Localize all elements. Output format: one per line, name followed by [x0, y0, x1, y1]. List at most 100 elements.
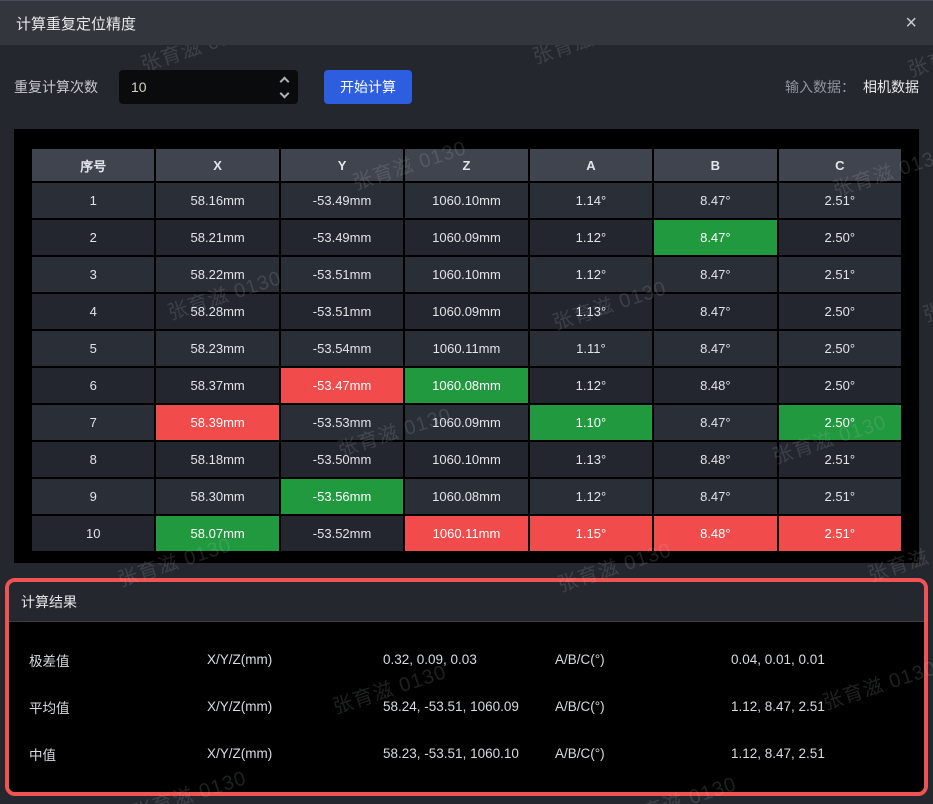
- table-cell-b: 8.48°: [654, 442, 776, 477]
- table-cell-a: 1.14°: [530, 183, 652, 218]
- table-cell-y: -53.54mm: [281, 331, 403, 366]
- table-cell-b: 8.48°: [654, 516, 776, 551]
- xyz-unit: X/Y/Z(mm): [207, 746, 383, 761]
- xyz-values: 58.24, -53.51, 1060.09: [383, 699, 555, 714]
- abc-unit: A/B/C(°): [555, 699, 731, 714]
- table-cell-z: 1060.09mm: [405, 220, 527, 255]
- abc-values: 0.04, 0.01, 0.01: [731, 652, 924, 667]
- table-cell-index: 7: [32, 405, 154, 440]
- abc-values: 1.12, 8.47, 2.51: [731, 699, 924, 714]
- table-cell-index: 1: [32, 183, 154, 218]
- spinner-buttons: [281, 78, 288, 97]
- table-cell-c: 2.50°: [779, 368, 901, 403]
- table-cell-b: 8.47°: [654, 220, 776, 255]
- table-cell-y: -53.50mm: [281, 442, 403, 477]
- table-cell-index: 6: [32, 368, 154, 403]
- table-cell-index: 9: [32, 479, 154, 514]
- table-cell-x: 58.18mm: [156, 442, 278, 477]
- dialog-titlebar: 计算重复定位精度 ×: [0, 1, 933, 45]
- column-header-b: B: [654, 149, 776, 181]
- table-cell-x: 58.22mm: [156, 257, 278, 292]
- table-cell-z: 1060.11mm: [405, 331, 527, 366]
- xyz-values: 58.23, -53.51, 1060.10: [383, 746, 555, 761]
- abc-unit: A/B/C(°): [555, 652, 731, 667]
- table-cell-b: 8.47°: [654, 405, 776, 440]
- column-header-c: C: [779, 149, 901, 181]
- results-title: 计算结果: [21, 592, 77, 612]
- table-cell-a: 1.10°: [530, 405, 652, 440]
- table-cell-c: 2.50°: [779, 220, 901, 255]
- table-cell-y: -53.51mm: [281, 294, 403, 329]
- result-label: 平均值: [29, 697, 207, 717]
- results-header: 计算结果: [9, 582, 924, 622]
- table-cell-a: 1.12°: [530, 220, 652, 255]
- repeat-count-label: 重复计算次数: [14, 70, 98, 104]
- table-cell-b: 8.47°: [654, 183, 776, 218]
- table-cell-b: 8.48°: [654, 368, 776, 403]
- table-cell-y: -53.49mm: [281, 183, 403, 218]
- table-cell-x: 58.39mm: [156, 405, 278, 440]
- table-cell-a: 1.12°: [530, 479, 652, 514]
- table-cell-c: 2.50°: [779, 331, 901, 366]
- table-cell-b: 8.47°: [654, 294, 776, 329]
- xyz-unit: X/Y/Z(mm): [207, 652, 383, 667]
- xyz-values: 0.32, 0.09, 0.03: [383, 652, 555, 667]
- table-cell-y: -53.49mm: [281, 220, 403, 255]
- repeat-count-value: 10: [131, 79, 147, 95]
- table-cell-c: 2.51°: [779, 183, 901, 218]
- result-label: 中值: [29, 744, 207, 764]
- input-data-value: 相机数据: [863, 79, 919, 95]
- table-cell-z: 1060.08mm: [405, 368, 527, 403]
- calc-repeat-accuracy-dialog: 计算重复定位精度 × 重复计算次数 10 开始计算 输入数据： 相机数据 序号XY…: [0, 0, 933, 804]
- column-header-index: 序号: [32, 149, 154, 181]
- table-cell-c: 2.50°: [779, 294, 901, 329]
- table-cell-x: 58.07mm: [156, 516, 278, 551]
- table-cell-y: -53.53mm: [281, 405, 403, 440]
- table-cell-b: 8.47°: [654, 331, 776, 366]
- table-cell-z: 1060.10mm: [405, 183, 527, 218]
- controls-row: 重复计算次数 10 开始计算 输入数据： 相机数据: [0, 70, 933, 104]
- start-calculation-button[interactable]: 开始计算: [324, 70, 412, 104]
- table-cell-c: 2.50°: [779, 405, 901, 440]
- table-cell-y: -53.51mm: [281, 257, 403, 292]
- measurements-table-panel: 序号XYZABC158.16mm-53.49mm1060.10mm1.14°8.…: [14, 129, 919, 563]
- table-cell-c: 2.51°: [779, 516, 901, 551]
- table-cell-a: 1.13°: [530, 442, 652, 477]
- repeat-count-input[interactable]: 10: [119, 70, 298, 104]
- table-cell-c: 2.51°: [779, 442, 901, 477]
- table-cell-a: 1.13°: [530, 294, 652, 329]
- table-cell-b: 8.47°: [654, 257, 776, 292]
- table-cell-index: 3: [32, 257, 154, 292]
- table-cell-b: 8.47°: [654, 479, 776, 514]
- table-cell-x: 58.37mm: [156, 368, 278, 403]
- decrement-icon[interactable]: [280, 88, 290, 98]
- result-label: 极差值: [29, 650, 207, 670]
- table-cell-y: -53.47mm: [281, 368, 403, 403]
- dialog-title: 计算重复定位精度: [16, 13, 136, 34]
- table-cell-x: 58.30mm: [156, 479, 278, 514]
- close-icon[interactable]: ×: [905, 13, 917, 33]
- table-cell-c: 2.51°: [779, 257, 901, 292]
- table-cell-a: 1.15°: [530, 516, 652, 551]
- table-cell-x: 58.16mm: [156, 183, 278, 218]
- increment-icon[interactable]: [280, 76, 290, 86]
- column-header-y: Y: [281, 149, 403, 181]
- abc-unit: A/B/C(°): [555, 746, 731, 761]
- results-annotation-box: 计算结果 极差值X/Y/Z(mm)0.32, 0.09, 0.03A/B/C(°…: [5, 578, 928, 796]
- column-header-x: X: [156, 149, 278, 181]
- input-data-info: 输入数据： 相机数据: [785, 70, 919, 104]
- result-row: 中值X/Y/Z(mm)58.23, -53.51, 1060.10A/B/C(°…: [9, 730, 924, 777]
- table-cell-index: 8: [32, 442, 154, 477]
- table-cell-index: 10: [32, 516, 154, 551]
- input-data-label: 输入数据：: [785, 79, 855, 95]
- table-cell-z: 1060.10mm: [405, 442, 527, 477]
- table-cell-a: 1.12°: [530, 368, 652, 403]
- table-cell-x: 58.21mm: [156, 220, 278, 255]
- table-cell-y: -53.52mm: [281, 516, 403, 551]
- result-row: 平均值X/Y/Z(mm)58.24, -53.51, 1060.09A/B/C(…: [9, 683, 924, 730]
- results-body: 极差值X/Y/Z(mm)0.32, 0.09, 0.03A/B/C(°)0.04…: [9, 622, 924, 792]
- table-cell-z: 1060.09mm: [405, 294, 527, 329]
- table-cell-c: 2.51°: [779, 479, 901, 514]
- result-row: 极差值X/Y/Z(mm)0.32, 0.09, 0.03A/B/C(°)0.04…: [9, 636, 924, 683]
- table-cell-z: 1060.09mm: [405, 405, 527, 440]
